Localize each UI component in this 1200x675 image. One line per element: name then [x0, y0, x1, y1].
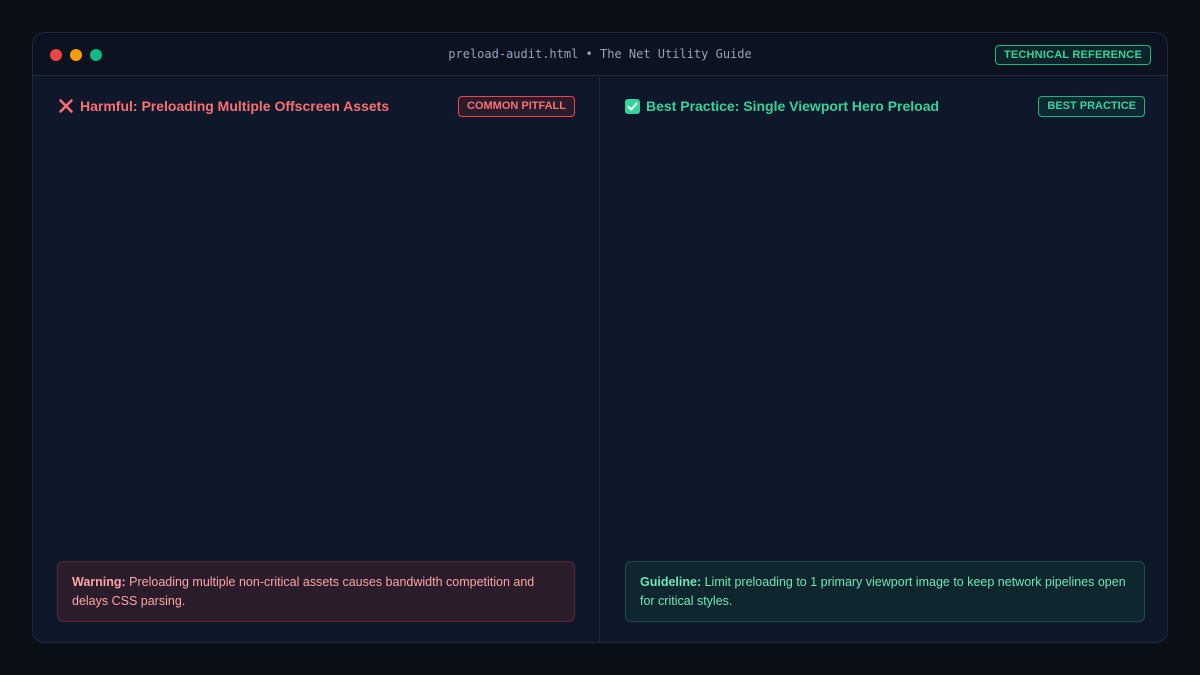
guideline-label: Guideline:	[640, 575, 702, 589]
harmful-panel: Harmful: Preloading Multiple Offscreen A…	[33, 77, 600, 642]
best-practice-panel-title: Best Practice: Single Viewport Hero Prel…	[646, 98, 940, 114]
common-pitfall-badge: COMMON PITFALL	[458, 96, 575, 117]
best-practice-badge: BEST PRACTICE	[1038, 96, 1145, 117]
harmful-panel-header: Harmful: Preloading Multiple Offscreen A…	[58, 98, 389, 114]
technical-reference-tag: TECHNICAL REFERENCE	[994, 45, 1151, 65]
warning-label: Warning:	[72, 575, 126, 589]
guideline-note: Guideline: Limit preloading to 1 primary…	[625, 561, 1145, 622]
title-bar: preload-audit.html • The Net Utility Gui…	[33, 33, 1167, 76]
check-icon	[625, 98, 640, 114]
app-window: preload-audit.html • The Net Utility Gui…	[32, 32, 1168, 643]
guideline-text: Limit preloading to 1 primary viewport i…	[640, 575, 1126, 608]
x-icon	[58, 98, 74, 114]
warning-note: Warning: Preloading multiple non-critica…	[57, 561, 575, 622]
warning-text: Preloading multiple non-critical assets …	[72, 575, 535, 608]
best-practice-panel: Best Practice: Single Viewport Hero Prel…	[601, 77, 1167, 642]
best-practice-panel-header: Best Practice: Single Viewport Hero Prel…	[625, 98, 939, 114]
harmful-panel-title: Harmful: Preloading Multiple Offscreen A…	[80, 98, 390, 114]
